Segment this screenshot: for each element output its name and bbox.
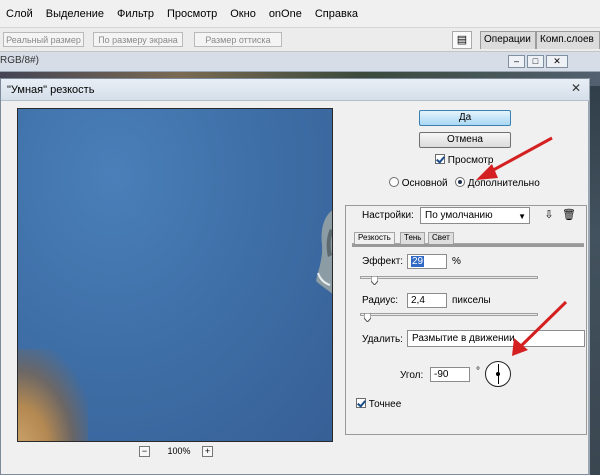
mode-basic-radio[interactable] — [389, 177, 399, 187]
preview-image[interactable] — [17, 108, 333, 442]
zoom-out-button[interactable]: − — [139, 446, 150, 457]
radius-slider-thumb[interactable] — [363, 313, 371, 322]
ok-button[interactable]: Да — [419, 110, 511, 126]
radius-value: 2,4 — [411, 295, 425, 306]
chevron-down-icon: ▼ — [518, 212, 526, 221]
amount-input[interactable]: 29 — [407, 254, 447, 269]
actual-pixels-button[interactable]: Реальный размер — [3, 32, 84, 47]
remove-select[interactable]: Размытие в движении — [407, 330, 585, 347]
settings-label: Настройки: — [362, 210, 414, 221]
radius-input[interactable]: 2,4 — [407, 293, 447, 308]
mode-advanced-radio[interactable] — [455, 177, 465, 187]
amount-slider-thumb[interactable] — [370, 276, 378, 285]
angle-dial-center — [496, 372, 500, 376]
angle-input[interactable]: -90 — [430, 367, 470, 382]
mode-advanced-row[interactable]: Дополнительно — [455, 177, 540, 189]
trash-icon[interactable]: 🗑 — [562, 208, 576, 222]
settings-tabs: Резкость Тень Свет — [352, 232, 584, 245]
more-accurate-checkbox[interactable] — [356, 398, 366, 408]
preview-checkbox-row[interactable]: Просмотр — [435, 154, 493, 166]
settings-panel: Настройки: По умолчанию ▼ ⇩ 🗑 Резкость Т… — [345, 205, 587, 435]
remove-label: Удалить: — [362, 334, 403, 345]
radius-slider[interactable] — [360, 313, 538, 316]
tab-actions[interactable]: Операции — [480, 31, 536, 49]
mode-basic-label: Основной — [401, 178, 448, 189]
tab-divider — [352, 244, 584, 247]
mode-advanced-label: Дополнительно — [467, 178, 540, 189]
tab-layer-comps[interactable]: Комп.слоев — [536, 31, 600, 49]
angle-unit: ° — [476, 366, 480, 377]
tab-shadow[interactable]: Тень — [400, 232, 426, 244]
save-settings-icon[interactable]: ⇩ — [542, 208, 556, 222]
settings-value: По умолчанию — [425, 210, 493, 221]
radius-unit: пикселы — [452, 295, 491, 306]
zoom-control: − 100% + — [139, 445, 219, 459]
amount-label: Эффект: — [362, 256, 404, 267]
radius-label: Радиус: — [362, 295, 398, 306]
minimize-icon[interactable]: – — [508, 55, 525, 68]
document-titlebar: RGB/8#) – □ ✕ — [0, 52, 600, 72]
preview-label: Просмотр — [447, 155, 494, 166]
mode-basic-row[interactable]: Основной — [389, 177, 448, 189]
preview-hair — [18, 349, 88, 441]
preview-statue — [316, 210, 332, 294]
more-accurate-row[interactable]: Точнее — [356, 398, 401, 410]
tab-highlight[interactable]: Свет — [428, 232, 454, 244]
dialog-close-icon[interactable]: ✕ — [567, 82, 585, 97]
settings-select[interactable]: По умолчанию ▼ — [420, 207, 530, 224]
menu-layer[interactable]: Слой — [6, 8, 33, 20]
remove-value: Размытие в движении — [412, 333, 515, 344]
amount-unit: % — [452, 256, 461, 267]
zoom-in-button[interactable]: + — [202, 446, 213, 457]
angle-dial[interactable] — [485, 361, 511, 387]
menu-view[interactable]: Просмотр — [167, 8, 217, 20]
menu-help[interactable]: Справка — [315, 8, 358, 20]
menu-select[interactable]: Выделение — [46, 8, 104, 20]
maximize-icon[interactable]: □ — [527, 55, 544, 68]
menu-window[interactable]: Окно — [230, 8, 256, 20]
menu-bar: Слой Выделение Фильтр Просмотр Окно onOn… — [0, 0, 600, 28]
angle-value: -90 — [434, 369, 449, 380]
print-size-button[interactable]: Размер оттиска — [194, 32, 282, 47]
dialog-titlebar: "Умная" резкость ✕ — [1, 79, 589, 101]
close-icon[interactable]: ✕ — [546, 55, 568, 68]
angle-label: Угол: — [400, 370, 424, 381]
workspace-icon[interactable]: ▤ — [452, 31, 472, 49]
cancel-button[interactable]: Отмена — [419, 132, 511, 148]
zoom-level: 100% — [167, 446, 191, 456]
document-title: RGB/8#) — [0, 55, 39, 66]
menu-onone[interactable]: onOne — [269, 8, 302, 20]
preview-checkbox[interactable] — [435, 154, 445, 164]
amount-slider[interactable] — [360, 276, 538, 279]
dialog-title: "Умная" резкость — [7, 84, 95, 96]
more-accurate-label: Точнее — [368, 399, 402, 410]
smart-sharpen-dialog: "Умная" резкость ✕ − 100% + Да Отмена Пр… — [0, 78, 590, 475]
fit-screen-button[interactable]: По размеру экрана — [93, 32, 183, 47]
amount-value: 29 — [411, 256, 425, 267]
menu-filter[interactable]: Фильтр — [117, 8, 154, 20]
